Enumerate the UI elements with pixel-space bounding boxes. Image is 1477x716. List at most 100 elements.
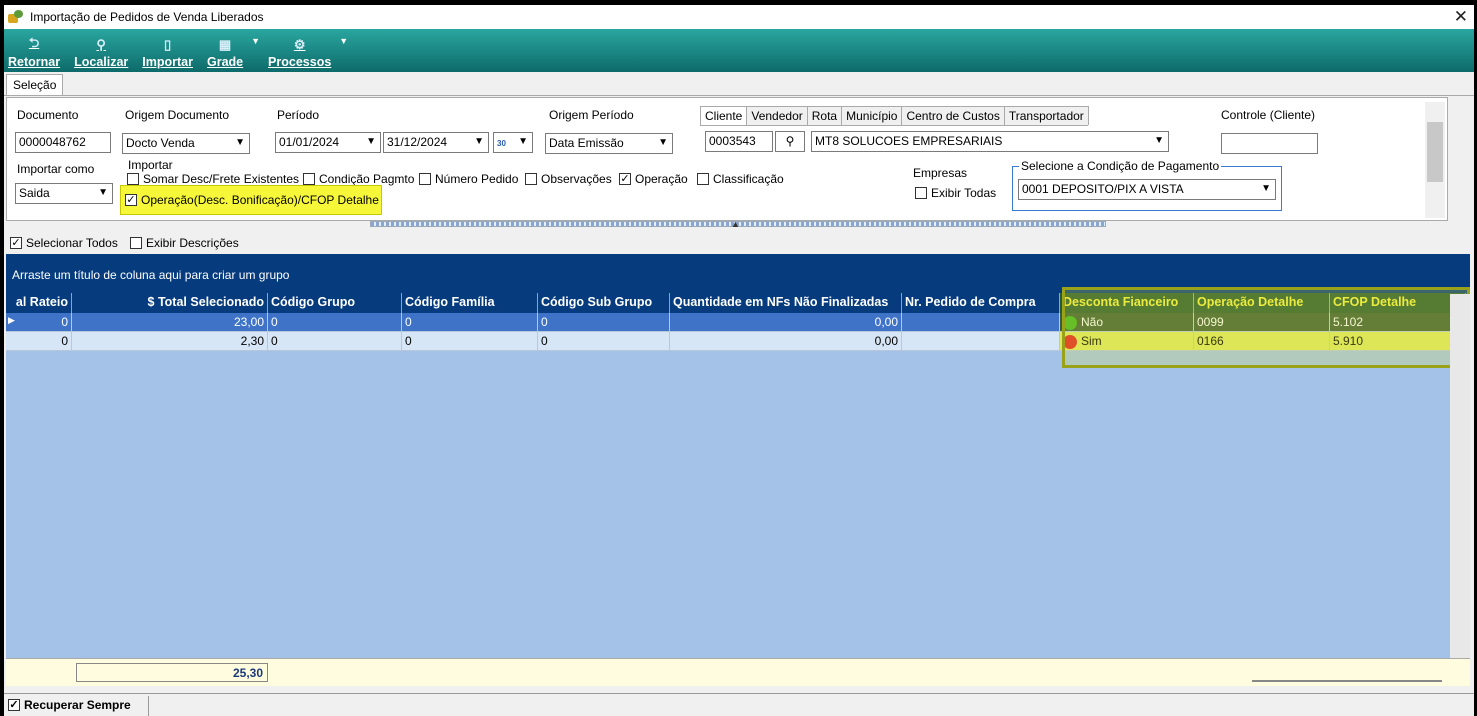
checkbox-box [525, 173, 537, 185]
importar-button[interactable]: ▯ Importar [142, 37, 193, 72]
importar-label: Importar [142, 55, 193, 69]
col-quantidade-nfs[interactable]: Quantidade em NFs Não Finalizadas [670, 293, 902, 313]
scrollbar-thumb[interactable] [1427, 122, 1443, 182]
exibir-todas-checkbox[interactable]: Exibir Todas [915, 186, 996, 200]
origem-periodo-select[interactable]: Data Emissão ▼ [545, 133, 673, 154]
cliente-search-button[interactable]: ⚲ [775, 131, 805, 152]
chevron-down-icon: ▼ [1154, 135, 1164, 146]
localizar-button[interactable]: ⚲ Localizar [74, 37, 128, 72]
localizar-label: Localizar [74, 55, 129, 69]
periodo-fim-select[interactable]: 31/12/2024 ▼ [383, 132, 489, 153]
cell-pedido [902, 313, 1060, 332]
cell-grupo: 0 [268, 313, 402, 332]
grid-hscroll[interactable] [1252, 680, 1442, 682]
tab-strip: Seleção [4, 72, 1474, 96]
observacoes-checkbox[interactable]: Observações [525, 172, 612, 186]
chevron-down-icon: ▼ [1261, 183, 1271, 194]
cell-subgrupo: 0 [538, 332, 670, 351]
operacao-checkbox[interactable]: ✓ Operação [619, 172, 688, 186]
check-icon: ✓ [619, 173, 631, 185]
origem-documento-label: Origem Documento [125, 108, 230, 122]
numero-pedido-checkbox[interactable]: Número Pedido [419, 172, 518, 186]
recuperar-sempre-checkbox[interactable]: ✓ Recuperar Sempre [8, 698, 131, 712]
checkbox-box [303, 173, 315, 185]
operacao-detalhe-checkbox[interactable]: ✓ Operação(Desc. Bonificação)/CFOP Detalh… [125, 193, 379, 207]
tab-rota[interactable]: Rota [806, 106, 843, 125]
controle-input[interactable] [1221, 133, 1318, 154]
processos-dropdown-icon[interactable]: ▼ [339, 36, 348, 46]
grid-scrollbar[interactable] [1450, 294, 1470, 674]
observacoes-label: Observações [541, 172, 612, 186]
filters-scrollbar[interactable] [1425, 102, 1445, 218]
retornar-label: Retornar [8, 55, 61, 69]
checkbox-box [915, 187, 927, 199]
tab-municipio[interactable]: Município [841, 106, 903, 125]
cliente-code-input[interactable]: 0003543 [705, 131, 773, 152]
chevron-up-icon: ▲ [731, 219, 740, 229]
condicao-pagamento-value: 0001 DEPOSITO/PIX A VISTA [1022, 182, 1184, 196]
status-separator [148, 696, 149, 716]
processos-button[interactable]: ⚙ Processos [268, 37, 331, 72]
panel-splitter[interactable]: ▲ [370, 219, 1106, 229]
chevron-down-icon: ▼ [474, 136, 484, 147]
cell-pedido [902, 332, 1060, 351]
tab-cliente[interactable]: Cliente [700, 106, 748, 125]
tab-vendedor[interactable]: Vendedor [746, 106, 808, 125]
origem-periodo-label: Origem Período [549, 108, 634, 122]
origem-periodo-value: Data Emissão [549, 136, 624, 150]
condicao-pagamento-label: Selecione a Condição de Pagamento [1019, 159, 1222, 173]
chevron-down-icon: ▼ [98, 187, 108, 198]
tab-selecao[interactable]: Seleção [6, 74, 64, 95]
retornar-button[interactable]: ⮌ Retornar [8, 35, 61, 72]
close-icon[interactable]: ✕ [1454, 7, 1468, 27]
classificacao-checkbox[interactable]: Classificação [697, 172, 784, 186]
app-icon [8, 10, 24, 24]
condicao-pagamento-group: Selecione a Condição de Pagamento 0001 D… [1012, 159, 1282, 211]
grade-label: Grade [206, 55, 244, 69]
somar-desc-checkbox[interactable]: Somar Desc/Frete Existentes [127, 172, 299, 186]
col-codigo-grupo[interactable]: Código Grupo [268, 293, 402, 313]
condicao-checkbox[interactable]: Condição Pagmto [303, 172, 414, 186]
cell-familia: 0 [402, 332, 538, 351]
cell-rateio: 0 [6, 332, 72, 351]
calendar-button[interactable]: 30 ▼ [493, 132, 533, 153]
main-window: Importação de Pedidos de Venda Liberados… [4, 5, 1474, 716]
empresas-label: Empresas [913, 166, 968, 180]
origem-documento-select[interactable]: Docto Venda ▼ [122, 133, 250, 154]
cliente-name-select[interactable]: MT8 SOLUCOES EMPRESARIAIS ▼ [811, 131, 1169, 152]
col-total-selecionado[interactable]: $ Total Selecionado [72, 293, 268, 313]
checkbox-box [697, 173, 709, 185]
cell-qtd: 0,00 [670, 332, 902, 351]
undo-icon: ⮌ [28, 35, 40, 50]
documento-input[interactable]: 0000048762 [15, 132, 111, 153]
importar-label: Importar [128, 158, 173, 172]
col-nr-pedido-compra[interactable]: Nr. Pedido de Compra [902, 293, 1060, 313]
window-title: Importação de Pedidos de Venda Liberados [30, 10, 264, 24]
selecionar-todos-checkbox[interactable]: ✓ Selecionar Todos [10, 236, 118, 250]
col-codigo-familia[interactable]: Código Família [402, 293, 538, 313]
row-indicator-icon: ▶ [8, 315, 15, 325]
col-codigo-sub-grupo[interactable]: Código Sub Grupo [538, 293, 670, 313]
exibir-todas-label: Exibir Todas [931, 186, 997, 200]
col-rateio[interactable]: al Rateio [6, 293, 72, 313]
search-icon: ⚲ [96, 37, 106, 52]
tab-centro-custos[interactable]: Centro de Custos [901, 106, 1005, 125]
chevron-down-icon: ▼ [518, 136, 528, 147]
client-tabs: Cliente Vendedor Rota Município Centro d… [700, 106, 1089, 126]
tab-transportador[interactable]: Transportador [1003, 106, 1089, 125]
document-icon: ▯ [164, 37, 172, 52]
toolbar: ⮌ Retornar ⚲ Localizar ▯ Importar ▦ Grad… [4, 29, 1474, 72]
checkbox-box [419, 173, 431, 185]
grade-button[interactable]: ▦ Grade [207, 37, 243, 72]
importar-como-select[interactable]: Saida ▼ [15, 183, 113, 204]
condicao-pagamento-select[interactable]: 0001 DEPOSITO/PIX A VISTA ▼ [1018, 179, 1276, 200]
importar-como-value: Saida [19, 186, 50, 200]
exibir-descricoes-checkbox[interactable]: Exibir Descrições [130, 236, 239, 250]
checkbox-box [127, 173, 139, 185]
calendar-icon: 30 [497, 139, 506, 148]
periodo-inicio-select[interactable]: 01/01/2024 ▼ [275, 132, 381, 153]
cell-rateio-value: 0 [61, 315, 68, 329]
grade-dropdown-icon[interactable]: ▼ [251, 36, 260, 46]
importar-como-label: Importar como [17, 162, 95, 176]
total-sum: 25,30 [76, 663, 268, 682]
